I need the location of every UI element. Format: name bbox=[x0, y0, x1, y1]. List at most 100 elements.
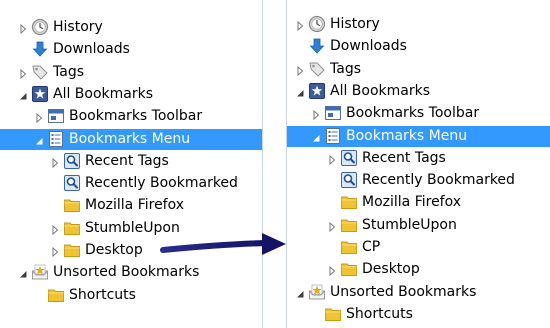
tree-item-mozilla-firefox[interactable]: Mozilla Firefox bbox=[0, 195, 262, 216]
tree-item-recent-tags[interactable]: Recent Tags bbox=[287, 148, 550, 169]
smart-folder-search-icon bbox=[340, 149, 358, 167]
collapsed-triangle-icon[interactable] bbox=[295, 64, 305, 76]
tree-item-unsorted-bookmarks[interactable]: Unsorted Bookmarks bbox=[287, 282, 550, 303]
collapsed-triangle-icon[interactable] bbox=[327, 153, 337, 165]
collapsed-triangle-icon[interactable] bbox=[18, 67, 28, 79]
left-bookmarks-tree: History Downloads Tags All Bookmarks Bookmar… bbox=[0, 0, 263, 328]
unsorted-bookmarks-icon bbox=[31, 263, 49, 281]
tree-item-cp[interactable]: CP bbox=[287, 237, 550, 258]
tree-item-label: History bbox=[330, 16, 380, 32]
tree-item-stumbleupon[interactable]: StumbleUpon bbox=[0, 218, 262, 239]
tree-item-label: Tags bbox=[53, 63, 84, 80]
collapsed-triangle-icon[interactable] bbox=[327, 264, 337, 277]
history-clock-icon bbox=[308, 15, 326, 33]
tree-item-bookmarks-toolbar[interactable]: Bookmarks Toolbar bbox=[0, 106, 262, 127]
tree-item-history[interactable]: History bbox=[0, 17, 262, 38]
tree-item-recently-bookmarked[interactable]: Recently Bookmarked bbox=[287, 170, 550, 191]
smart-folder-search-icon bbox=[63, 152, 81, 170]
tree-item-unsorted-bookmarks[interactable]: Unsorted Bookmarks bbox=[0, 262, 262, 283]
tree-item-shortcuts[interactable]: Shortcuts bbox=[287, 304, 550, 325]
folder-icon bbox=[340, 260, 358, 278]
tree-item-label: StumbleUpon bbox=[362, 216, 457, 233]
tree-item-label: Downloads bbox=[330, 38, 407, 55]
collapsed-triangle-icon[interactable] bbox=[18, 22, 28, 35]
tree-item-label: Bookmarks Toolbar bbox=[69, 108, 203, 125]
folder-icon bbox=[63, 196, 81, 214]
expanded-triangle-icon[interactable] bbox=[295, 86, 305, 97]
tag-icon bbox=[308, 60, 326, 78]
tree-item-recent-tags[interactable]: Recent Tags bbox=[0, 151, 262, 172]
right-bookmarks-tree: History Downloads Tags All Bookmarks Bookmar… bbox=[286, 0, 550, 328]
tree-item-downloads[interactable]: Downloads bbox=[287, 36, 550, 57]
expanded-triangle-icon[interactable] bbox=[34, 134, 44, 144]
tree-item-shortcuts[interactable]: Shortcuts bbox=[0, 285, 262, 306]
tree-item-label: Shortcuts bbox=[69, 286, 136, 303]
smart-folder-search-icon bbox=[340, 171, 358, 189]
tree-item-label: Desktop bbox=[362, 261, 420, 278]
toolbar-icon bbox=[47, 107, 65, 125]
tree-item-tags[interactable]: Tags bbox=[0, 62, 262, 83]
download-arrow-icon bbox=[308, 37, 326, 55]
tree-item-all-bookmarks[interactable]: All Bookmarks bbox=[287, 81, 550, 102]
tag-icon bbox=[31, 63, 49, 81]
tree-item-downloads[interactable]: Downloads bbox=[0, 39, 262, 60]
history-clock-icon bbox=[31, 18, 49, 36]
tree-item-stumbleupon[interactable]: StumbleUpon bbox=[287, 215, 550, 236]
expanded-triangle-icon[interactable] bbox=[18, 267, 28, 278]
collapsed-triangle-icon[interactable] bbox=[50, 223, 60, 235]
download-arrow-icon bbox=[31, 40, 49, 58]
collapsed-triangle-icon[interactable] bbox=[50, 245, 60, 258]
expanded-triangle-icon[interactable] bbox=[295, 287, 305, 298]
expanded-triangle-icon[interactable] bbox=[311, 131, 321, 141]
folder-icon bbox=[63, 241, 81, 259]
tree-item-recently-bookmarked[interactable]: Recently Bookmarked bbox=[0, 173, 262, 194]
tree-item-label: Bookmarks Menu bbox=[69, 130, 191, 147]
tree-item-label: Recent Tags bbox=[85, 152, 169, 169]
tree-item-label: Mozilla Firefox bbox=[362, 194, 462, 211]
tree-item-label: Recent Tags bbox=[362, 149, 446, 166]
menu-list-icon bbox=[324, 127, 342, 145]
tree-item-label: Downloads bbox=[53, 41, 130, 58]
folder-icon bbox=[340, 216, 358, 234]
tree-item-bookmarks-toolbar[interactable]: Bookmarks Toolbar bbox=[287, 103, 550, 124]
tree-item-label: Recently Bookmarked bbox=[85, 175, 238, 192]
folder-icon bbox=[340, 193, 358, 211]
smart-folder-search-icon bbox=[63, 174, 81, 192]
folder-icon bbox=[47, 286, 65, 304]
tree-item-tags[interactable]: Tags bbox=[287, 59, 550, 80]
tree-item-label: StumbleUpon bbox=[85, 219, 180, 236]
tree-item-label: Tags bbox=[330, 60, 361, 77]
star-bookmark-icon bbox=[31, 85, 49, 103]
menu-list-icon bbox=[47, 130, 65, 148]
tree-item-history[interactable]: History bbox=[287, 14, 550, 35]
tree-item-label: Unsorted Bookmarks bbox=[330, 283, 477, 300]
unsorted-bookmarks-icon bbox=[308, 283, 326, 301]
tree-item-label: Shortcuts bbox=[346, 305, 413, 322]
tree-item-label: Bookmarks Toolbar bbox=[346, 105, 480, 122]
expanded-triangle-icon[interactable] bbox=[18, 89, 28, 100]
collapsed-triangle-icon[interactable] bbox=[34, 111, 44, 124]
folder-icon bbox=[63, 219, 81, 237]
collapsed-triangle-icon[interactable] bbox=[311, 108, 321, 121]
star-bookmark-icon bbox=[308, 82, 326, 100]
collapsed-triangle-icon[interactable] bbox=[295, 19, 305, 32]
toolbar-icon bbox=[324, 104, 342, 122]
tree-item-label: Bookmarks Menu bbox=[346, 127, 468, 144]
tree-item-label: Unsorted Bookmarks bbox=[53, 264, 200, 281]
tree-item-label: CP bbox=[362, 239, 381, 255]
tree-item-label: All Bookmarks bbox=[330, 82, 431, 99]
tree-item-desktop[interactable]: Desktop bbox=[287, 259, 550, 280]
tree-item-bookmarks-menu[interactable]: Bookmarks Menu bbox=[287, 125, 550, 147]
folder-icon bbox=[340, 238, 358, 256]
tree-item-label: Mozilla Firefox bbox=[85, 197, 185, 214]
tree-item-bookmarks-menu[interactable]: Bookmarks Menu bbox=[0, 128, 262, 150]
tree-item-label: Recently Bookmarked bbox=[362, 172, 515, 189]
tree-item-mozilla-firefox[interactable]: Mozilla Firefox bbox=[287, 192, 550, 213]
tree-item-all-bookmarks[interactable]: All Bookmarks bbox=[0, 84, 262, 105]
collapsed-triangle-icon[interactable] bbox=[327, 220, 337, 232]
tree-item-label: Desktop bbox=[85, 242, 143, 258]
collapsed-triangle-icon[interactable] bbox=[50, 156, 60, 168]
tree-item-label: History bbox=[53, 19, 103, 35]
tree-item-label: All Bookmarks bbox=[53, 85, 154, 102]
tree-item-desktop[interactable]: Desktop bbox=[0, 240, 262, 261]
